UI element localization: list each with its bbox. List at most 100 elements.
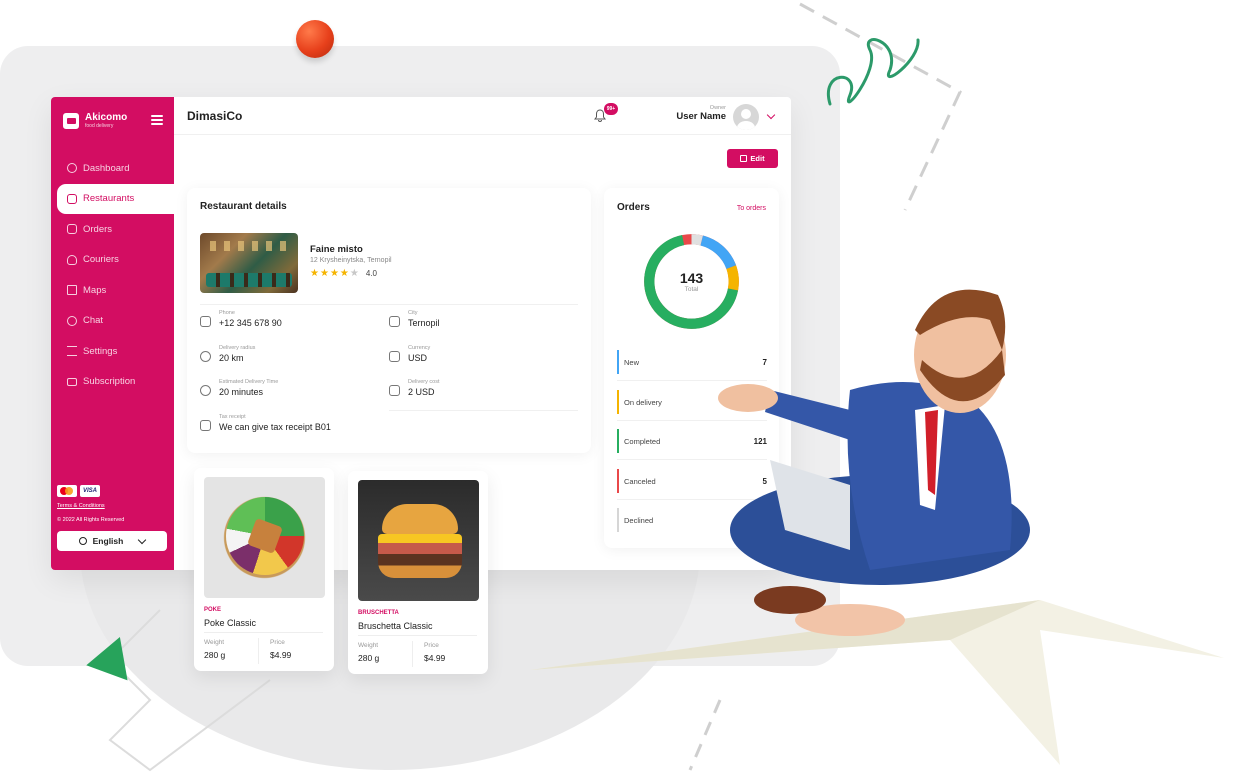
sidebar-item-label: Dashboard xyxy=(83,162,130,174)
field-currency: Currency USD xyxy=(389,345,430,363)
sidebar-item-settings[interactable]: Settings xyxy=(51,336,174,367)
field-phone: Phone +12 345 678 90 xyxy=(200,310,282,328)
language-select[interactable]: English xyxy=(57,531,167,551)
section-title: Restaurant details xyxy=(200,201,287,212)
copyright-text: © 2022 All Rights Reserved xyxy=(57,517,125,523)
squiggle-decoration xyxy=(826,38,920,106)
subscription-icon xyxy=(67,377,77,386)
field-label: Currency xyxy=(408,345,431,351)
field-label: Estimated Delivery Time xyxy=(219,379,279,385)
dish-price: $4.99 xyxy=(270,650,292,660)
edit-button[interactable]: Edit xyxy=(727,149,778,168)
sidebar-item-label: Chat xyxy=(83,315,104,327)
user-name: User Name xyxy=(676,111,726,122)
field-label: Delivery cost xyxy=(408,379,440,385)
receipt-icon xyxy=(200,420,211,431)
user-menu[interactable]: Owner User Name xyxy=(654,105,726,122)
field-delivery-radius: Delivery radius 20 km xyxy=(200,345,255,363)
field-label: Tax receipt xyxy=(219,414,246,420)
dish-weight: 280 g xyxy=(204,650,226,660)
divider xyxy=(258,638,259,664)
dish-name: Bruschetta Classic xyxy=(358,621,433,631)
dish-image xyxy=(204,477,325,598)
radius-icon xyxy=(200,351,211,362)
sidebar-item-subscription[interactable]: Subscription xyxy=(51,367,174,398)
edit-icon xyxy=(740,155,748,162)
language-value: English xyxy=(92,536,124,546)
sidebar-item-maps[interactable]: Maps xyxy=(51,275,174,306)
sidebar-item-label: Maps xyxy=(83,284,107,296)
star-empty-icon: ★ xyxy=(349,268,359,279)
orders-icon xyxy=(67,224,77,235)
field-delivery-cost: Delivery cost 2 USD xyxy=(389,379,439,397)
map-icon xyxy=(67,285,77,296)
chevron-down-icon[interactable] xyxy=(766,110,776,120)
city-icon xyxy=(389,316,400,327)
restaurant-address: 12 Krysheinytska, Ternopil xyxy=(310,257,392,264)
sidebar-item-orders[interactable]: Orders xyxy=(51,214,174,245)
divider xyxy=(358,635,477,636)
sidebar-item-label: Couriers xyxy=(83,254,119,266)
field-tax-receipt: Tax receipt We can give tax receipt B01 xyxy=(200,414,331,432)
brand-name: Akicomo xyxy=(85,112,128,123)
dish-category: BRUSCHETTA xyxy=(358,610,399,616)
field-value: We can give tax receipt B01 xyxy=(219,422,331,432)
sidebar-item-label: Subscription xyxy=(83,376,136,388)
dish-category: POKE xyxy=(204,607,222,613)
sidebar-item-label: Orders xyxy=(83,223,113,235)
hand xyxy=(718,384,778,412)
field-value: 20 km xyxy=(219,353,244,363)
divider xyxy=(412,641,413,667)
dish-price-label: Price xyxy=(270,639,285,646)
restaurant-name: Faine misto xyxy=(310,244,363,255)
dish-price-label: Price xyxy=(424,642,439,649)
chevron-down-icon xyxy=(138,535,147,544)
dish-card-poke[interactable]: POKE Poke Classic Weight 280 g Price $4.… xyxy=(194,468,334,671)
star-icon: ★ xyxy=(310,268,319,279)
star-icon: ★ xyxy=(319,268,329,279)
to-orders-link[interactable]: To orders xyxy=(737,205,766,212)
field-city: City Ternopil xyxy=(389,310,440,328)
company-name: DimasiCo xyxy=(187,109,243,123)
dish-weight-label: Weight xyxy=(204,639,225,646)
dish-image xyxy=(358,480,479,601)
top-bar: DimasiCo 99+ Owner User Name xyxy=(174,97,791,135)
green-triangle-decoration xyxy=(82,637,128,687)
restaurant-icon xyxy=(67,193,77,204)
field-value: 2 USD xyxy=(408,387,435,397)
terms-link[interactable]: Terms & Conditions xyxy=(57,503,169,509)
dish-weight-label: Weight xyxy=(358,642,379,649)
currency-icon xyxy=(389,351,400,362)
sidebar-item-couriers[interactable]: Couriers xyxy=(51,245,174,276)
field-label: City xyxy=(408,310,418,316)
field-value: +12 345 678 90 xyxy=(219,318,282,328)
avatar[interactable] xyxy=(733,104,759,130)
dish-name: Poke Classic xyxy=(204,618,257,628)
clock-icon xyxy=(200,385,211,396)
notification-badge: 99+ xyxy=(604,103,618,115)
sidebar-item-dashboard[interactable]: Dashboard xyxy=(51,153,174,184)
visa-icon: VISA xyxy=(80,485,100,497)
shoe xyxy=(754,586,826,614)
star-icon: ★ xyxy=(339,268,349,279)
scooter-icon xyxy=(389,385,400,396)
rating-stars: ★ ★ ★ ★ ★ 4.0 xyxy=(310,268,377,279)
dish-card-bruschetta[interactable]: BRUSCHETTA Bruschetta Classic Weight 280… xyxy=(348,471,488,674)
sidebar-item-restaurants[interactable]: Restaurants xyxy=(57,183,174,214)
orange-ball-decoration xyxy=(296,20,334,58)
character-illustration xyxy=(530,289,1224,765)
brand[interactable]: Akicomo food delivery xyxy=(63,113,127,129)
settings-icon xyxy=(67,346,77,357)
edit-button-label: Edit xyxy=(750,154,765,163)
sidebar-item-chat[interactable]: Chat xyxy=(51,306,174,337)
dashboard-icon xyxy=(67,163,77,174)
orders-title: Orders xyxy=(617,202,650,213)
sidebar-item-label: Settings xyxy=(83,345,118,357)
phone-icon xyxy=(200,316,211,327)
dish-price: $4.99 xyxy=(424,653,446,663)
field-delivery-time: Estimated Delivery Time 20 minutes xyxy=(200,379,278,397)
hamburger-menu-icon[interactable] xyxy=(151,115,163,125)
star-icon: ★ xyxy=(329,268,339,279)
field-label: Delivery radius xyxy=(219,345,256,351)
sidebar: Akicomo food delivery Dashboard Restaura… xyxy=(51,97,174,570)
